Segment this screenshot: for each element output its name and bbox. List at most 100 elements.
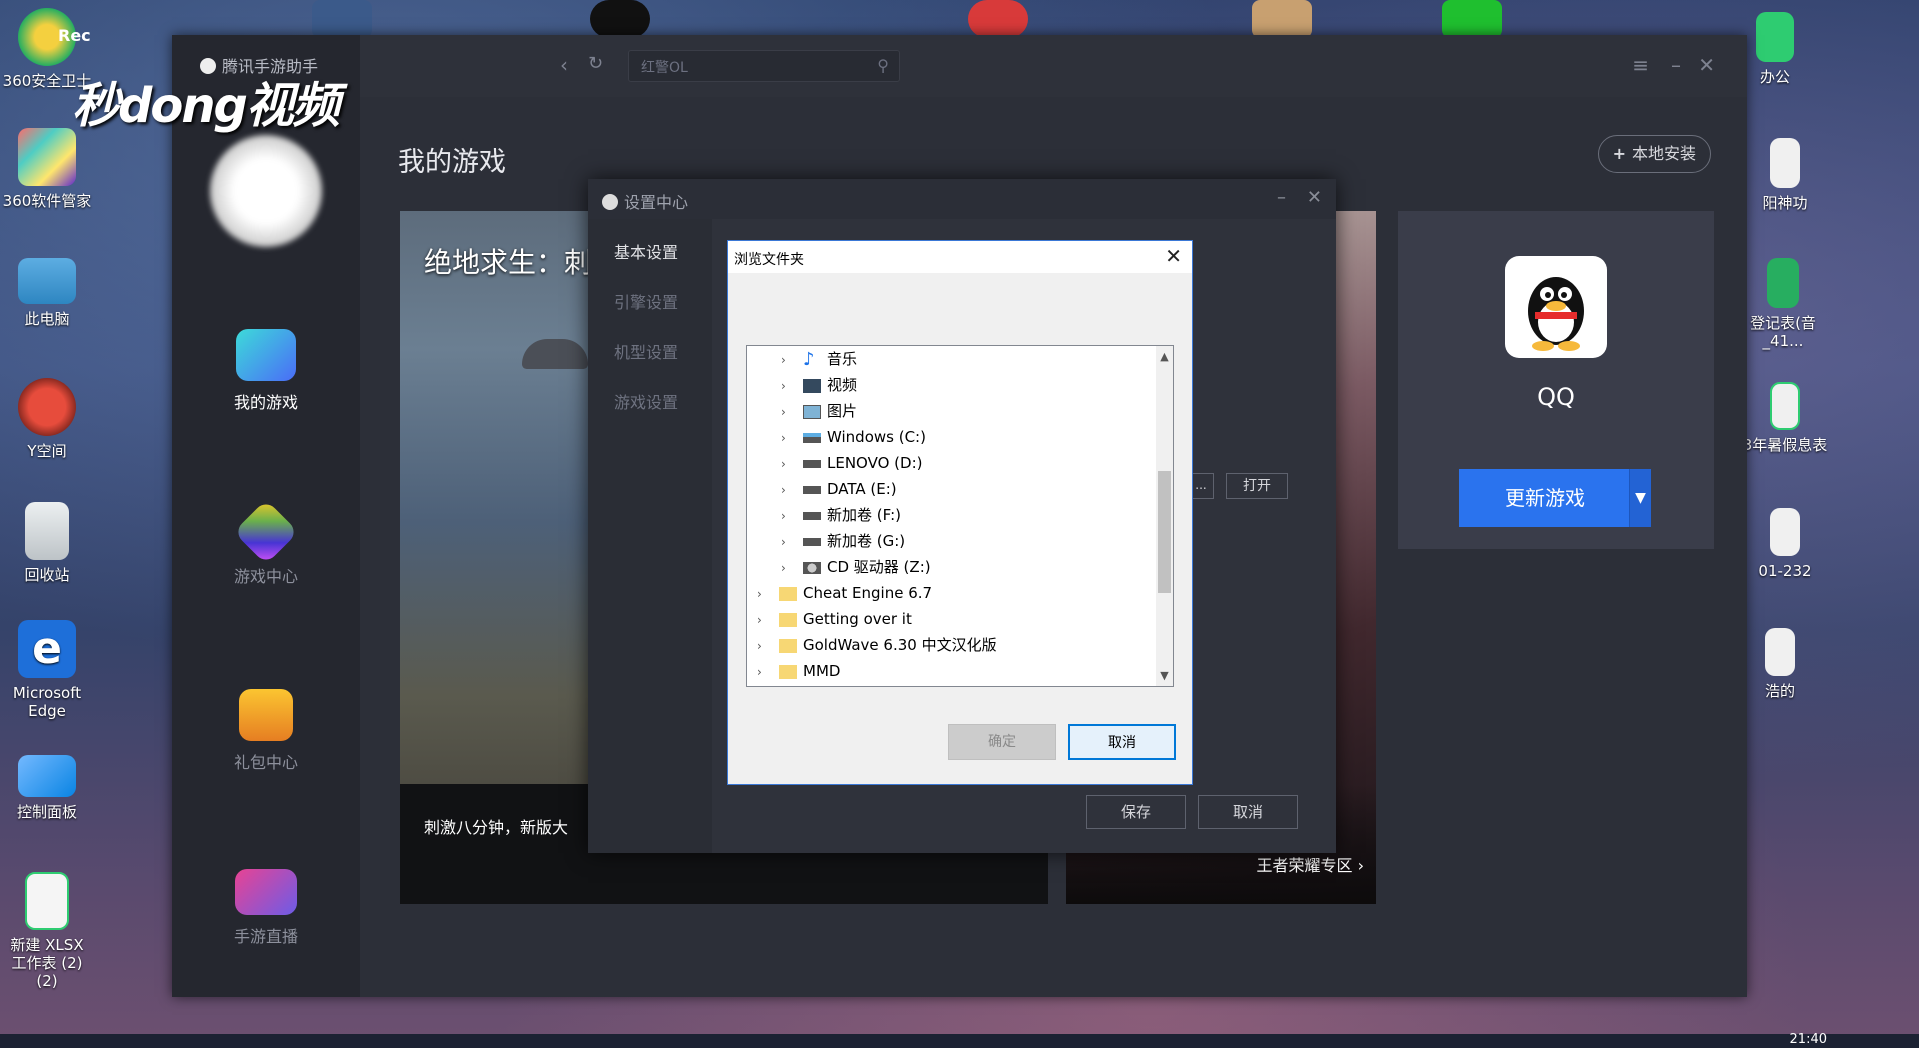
- update-dropdown-button[interactable]: ▼: [1629, 469, 1651, 527]
- tree-scrollbar[interactable]: ▲ ▼: [1156, 346, 1173, 686]
- avatar[interactable]: [210, 135, 322, 247]
- save-button[interactable]: 保存: [1086, 795, 1186, 829]
- desktop-top-icon-1[interactable]: [312, 0, 372, 38]
- tree-item-drive-d[interactable]: › LENOVO (D:): [781, 450, 922, 476]
- settings-nav-basic[interactable]: 基本设置: [614, 239, 678, 263]
- 360soft-icon: [18, 128, 76, 186]
- search-input[interactable]: 红警OL ⚲: [628, 50, 900, 82]
- expand-icon[interactable]: ›: [781, 347, 795, 373]
- video-folder-icon: [803, 378, 821, 393]
- close-icon[interactable]: ✕: [1307, 187, 1322, 208]
- game-card-qq[interactable]: QQ 更新游戏 ▼: [1398, 211, 1714, 549]
- desktop-top-icon-2[interactable]: [590, 0, 650, 38]
- tree-item-drive-z[interactable]: › CD 驱动器 (Z:): [781, 554, 931, 580]
- desktop-icon-thispc[interactable]: 此电脑: [2, 258, 92, 328]
- expand-icon[interactable]: ›: [781, 503, 795, 529]
- desktop-icon-right-5[interactable]: 01-232: [1740, 508, 1830, 580]
- chevron-right-icon: ›: [1357, 856, 1364, 875]
- tree-item-drive-f[interactable]: › 新加卷 (F:): [781, 502, 901, 528]
- nav-live-stream[interactable]: 手游直播: [172, 869, 360, 947]
- diamond-icon: [233, 499, 299, 565]
- tree-item-music[interactable]: › ♪ 音乐: [781, 346, 857, 372]
- cancel-button[interactable]: 取消: [1198, 795, 1298, 829]
- plus-icon: +: [1612, 144, 1626, 163]
- desktop-icon-label: 360软件管家: [2, 192, 92, 210]
- desktop-top-icon-3[interactable]: [968, 0, 1028, 38]
- desktop-icon-360soft[interactable]: 360软件管家: [2, 128, 92, 210]
- desktop-icon-label: 01-232: [1758, 562, 1812, 580]
- expand-icon[interactable]: ›: [757, 633, 771, 659]
- settings-nav-game[interactable]: 游戏设置: [614, 389, 678, 413]
- expand-icon[interactable]: ›: [781, 425, 795, 451]
- nav-game-center[interactable]: 游戏中心: [172, 499, 360, 587]
- tree-item-drive-g[interactable]: › 新加卷 (G:): [781, 528, 905, 554]
- tree-item-cheat-engine[interactable]: › Cheat Engine 6.7: [757, 580, 932, 606]
- cd-drive-icon: [803, 561, 821, 574]
- desktop-icon-right-6[interactable]: 浩的: [1740, 628, 1820, 700]
- xlsx-file-icon: [1756, 12, 1794, 62]
- desktop-icon-label: 回收站: [24, 566, 70, 584]
- tree-item-getting-over-it[interactable]: › Getting over it: [757, 606, 912, 632]
- nav-my-games[interactable]: 我的游戏: [172, 329, 360, 413]
- minimize-icon[interactable]: –: [1277, 187, 1286, 208]
- desktop-icon-right-4[interactable]: 3年暑假息表: [1740, 382, 1830, 454]
- drive-icon: [803, 511, 821, 520]
- update-game-button[interactable]: 更新游戏: [1459, 469, 1651, 527]
- desktop-icon-recycle[interactable]: 回收站: [2, 502, 92, 584]
- edge-icon: e: [18, 620, 76, 678]
- minimize-icon[interactable]: –: [1671, 53, 1681, 77]
- search-icon[interactable]: ⚲: [877, 56, 889, 75]
- browse-folder-titlebar: 浏览文件夹 ✕: [728, 241, 1192, 273]
- expand-icon[interactable]: ›: [757, 607, 771, 633]
- close-icon[interactable]: ✕: [1165, 244, 1182, 268]
- expand-icon[interactable]: ›: [757, 659, 771, 685]
- desktop-icon-right-2[interactable]: 阳神功: [1740, 138, 1830, 212]
- desktop-icon-label: 此电脑: [24, 310, 70, 328]
- desktop-top-icon-5[interactable]: [1442, 0, 1502, 38]
- folder-tree[interactable]: › ♪ 音乐 › 视频 › 图片 › Windows (C:) › LENOVO (D:) …: [746, 345, 1174, 687]
- settings-nav-engine[interactable]: 引擎设置: [614, 289, 678, 313]
- scroll-up-icon[interactable]: ▲: [1158, 350, 1171, 363]
- settings-nav-model[interactable]: 机型设置: [614, 339, 678, 363]
- scroll-down-icon[interactable]: ▼: [1158, 669, 1171, 682]
- close-icon[interactable]: ✕: [1698, 53, 1715, 77]
- confirm-button[interactable]: 确定: [948, 724, 1056, 760]
- game-zone-link[interactable]: 王者荣耀专区 ›: [1256, 852, 1364, 876]
- tree-item-video[interactable]: › 视频: [781, 372, 857, 398]
- scroll-thumb[interactable]: [1158, 471, 1171, 593]
- desktop-icon-yspace[interactable]: Y空间: [2, 378, 92, 460]
- expand-icon[interactable]: ›: [757, 581, 771, 607]
- taskbar-clock: 21:40: [1789, 1032, 1827, 1047]
- expand-icon[interactable]: ›: [781, 477, 795, 503]
- doc-file-icon: [1770, 508, 1800, 556]
- desktop-icon-control[interactable]: 控制面板: [2, 755, 92, 821]
- app-topbar: ‹ ↻ 红警OL ⚲ ≡ – ✕: [360, 35, 1747, 97]
- refresh-icon[interactable]: ↻: [588, 53, 603, 74]
- menu-icon[interactable]: ≡: [1632, 53, 1649, 77]
- computer-icon: [18, 258, 76, 304]
- open-button[interactable]: 打开: [1226, 473, 1288, 499]
- tree-item-drive-c[interactable]: › Windows (C:): [781, 424, 926, 450]
- desktop-icon-right-1[interactable]: 办公: [1740, 12, 1810, 86]
- expand-icon[interactable]: ›: [781, 399, 795, 425]
- expand-icon[interactable]: ›: [781, 555, 795, 581]
- desktop-icon-xlsx[interactable]: 新建 XLSX 工作表 (2)(2): [2, 872, 92, 990]
- app-sidebar: 腾讯手游助手 我的游戏 游戏中心 礼包中心 手游直播: [172, 35, 360, 997]
- nav-gift-center[interactable]: 礼包中心: [172, 689, 360, 773]
- expand-icon[interactable]: ›: [781, 451, 795, 477]
- expand-icon[interactable]: ›: [781, 529, 795, 555]
- expand-icon[interactable]: ›: [781, 373, 795, 399]
- tree-item-drive-e[interactable]: › DATA (E:): [781, 476, 897, 502]
- desktop-icon-edge[interactable]: e Microsoft Edge: [2, 620, 92, 720]
- local-install-button[interactable]: + 本地安装: [1597, 135, 1711, 173]
- cancel-button[interactable]: 取消: [1068, 724, 1176, 760]
- tree-item-pictures[interactable]: › 图片: [781, 398, 857, 424]
- desktop-icon-label: 新建 XLSX 工作表 (2)(2): [10, 936, 84, 990]
- game-card-title: 绝地求生：刺: [424, 246, 593, 279]
- tree-item-goldwave[interactable]: › GoldWave 6.30 中文汉化版: [757, 632, 997, 658]
- tree-item-mmd[interactable]: › MMD: [757, 658, 840, 684]
- desktop-top-icon-4[interactable]: [1252, 0, 1312, 38]
- doc-file-icon: [1765, 628, 1795, 676]
- back-icon[interactable]: ‹: [560, 53, 568, 77]
- desktop-icon-right-3[interactable]: 登记表(音_41...: [1738, 258, 1828, 350]
